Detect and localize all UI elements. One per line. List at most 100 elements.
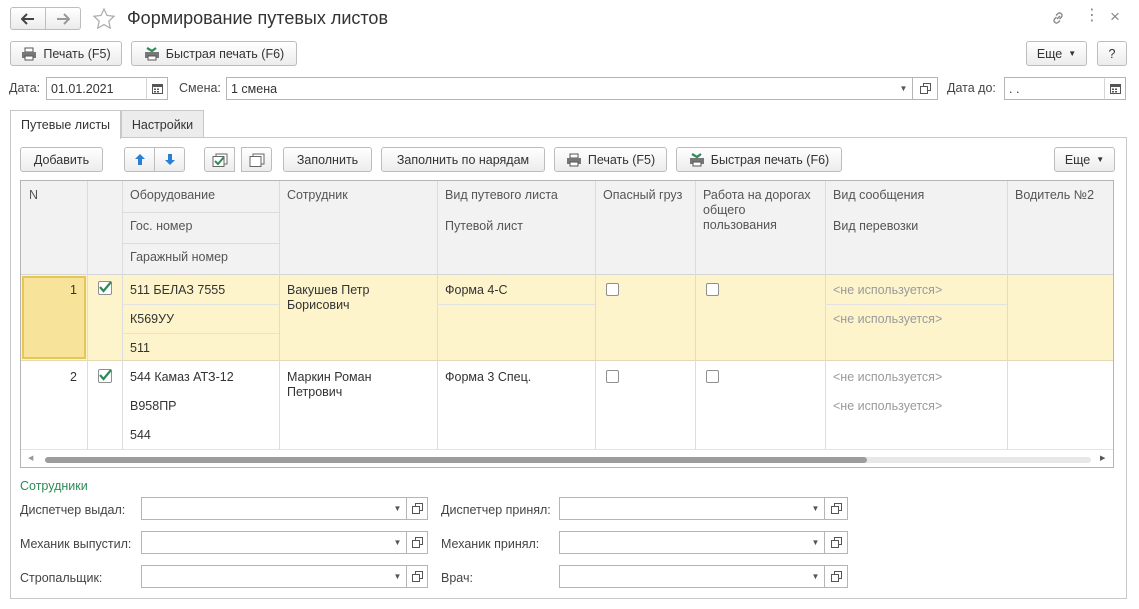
chevron-down-icon: ▼ (811, 504, 820, 513)
shift-open-button[interactable] (912, 77, 938, 100)
forward-button[interactable] (45, 7, 81, 30)
col-header-waybill[interactable]: Путевой лист (437, 212, 531, 241)
scrollbar-thumb[interactable] (45, 457, 867, 463)
mechanic-released-input[interactable] (141, 531, 390, 554)
dispatcher-received-open[interactable] (824, 497, 848, 520)
move-down-button[interactable] (154, 147, 185, 172)
row2-gov-number[interactable]: В958ПР (122, 399, 185, 414)
row1-dangerous-checkbox[interactable] (606, 283, 619, 296)
arrow-left-icon (21, 12, 34, 25)
row2-equipment[interactable]: 544 Камаз АТЗ-12 (122, 370, 242, 385)
row1-transport[interactable]: <не используется> (825, 312, 950, 327)
row2-dangerous-checkbox[interactable] (606, 370, 619, 383)
chevron-down-icon: ▼ (393, 504, 402, 513)
uncheck-all-button[interactable] (241, 147, 272, 172)
row2-communication[interactable]: <не используется> (825, 370, 950, 385)
row2-public-roads-checkbox[interactable] (706, 370, 719, 383)
scroll-right-icon[interactable]: ▶ (1100, 454, 1105, 462)
col-header-employee[interactable]: Сотрудник (279, 181, 356, 210)
more-button[interactable]: Еще ▼ (1026, 41, 1087, 66)
col-divider (1007, 181, 1008, 449)
calendar-icon (1109, 84, 1121, 94)
row-sub-divider (122, 304, 279, 305)
row1-checkbox[interactable] (98, 281, 112, 295)
slinger-open[interactable] (406, 565, 428, 588)
row1-communication[interactable]: <не используется> (825, 283, 950, 298)
shift-input[interactable]: 1 смена (226, 77, 896, 100)
move-up-button[interactable] (124, 147, 155, 172)
dispatcher-issued-open[interactable] (406, 497, 428, 520)
col-header-dangerous[interactable]: Опасный груз (595, 181, 690, 210)
col-header-communication[interactable]: Вид сообщения (825, 181, 932, 210)
horizontal-scrollbar[interactable]: ◀ ▶ (21, 449, 1113, 467)
mechanic-received-dropdown[interactable]: ▼ (807, 531, 825, 554)
date-label: Дата: (9, 81, 41, 95)
date-to-input[interactable]: . . (1004, 77, 1105, 100)
row2-n: 2 (70, 370, 77, 384)
calendar-button[interactable] (146, 77, 168, 100)
doctor-input[interactable] (559, 565, 808, 588)
tab-settings[interactable]: Настройки (121, 110, 204, 138)
col-header-n[interactable]: N (21, 181, 46, 210)
col-header-transport[interactable]: Вид перевозки (825, 212, 926, 241)
mechanic-received-input[interactable] (559, 531, 808, 554)
table-more-button[interactable]: Еще ▼ (1054, 147, 1115, 172)
dispatcher-received-dropdown[interactable]: ▼ (807, 497, 825, 520)
row2-checkbox[interactable] (98, 369, 112, 383)
shift-dropdown[interactable]: ▼ (895, 77, 913, 100)
row2-employee-line2[interactable]: Петрович (279, 385, 350, 400)
row2-garage-number[interactable]: 544 (122, 428, 159, 443)
dispatcher-issued-input[interactable] (141, 497, 390, 520)
tab-waybills[interactable]: Путевые листы (10, 110, 121, 139)
row1-equipment[interactable]: 511 БЕЛАЗ 7555 (122, 283, 233, 298)
chevron-down-icon: ▼ (1068, 49, 1077, 58)
row2-sheet-type[interactable]: Форма 3 Спец. (437, 370, 539, 385)
mechanic-received-open[interactable] (824, 531, 848, 554)
row1-employee-line1[interactable]: Вакушев Петр (279, 283, 377, 298)
date-to-calendar-button[interactable] (1104, 77, 1126, 100)
table-print-button[interactable]: Печать (F5) (554, 147, 667, 172)
checkmark-icon (99, 369, 112, 381)
date-input[interactable]: 01.01.2021 (46, 77, 147, 100)
checkmark-icon (99, 281, 112, 293)
arrow-up-icon (134, 154, 145, 165)
mechanic-released-dropdown[interactable]: ▼ (389, 531, 407, 554)
chevron-down-icon: ▼ (1096, 155, 1105, 164)
quick-print-button[interactable]: Быстрая печать (F6) (131, 41, 297, 66)
row1-employee-line2[interactable]: Борисович (279, 298, 358, 313)
add-button[interactable]: Добавить (20, 147, 103, 172)
back-button[interactable] (10, 7, 46, 30)
col-header-sheet-type[interactable]: Вид путевого листа (437, 181, 566, 210)
row1-sheet-type[interactable]: Форма 4-С (437, 283, 516, 298)
col-header-equipment[interactable]: Оборудование (122, 181, 223, 210)
scroll-left-icon[interactable]: ◀ (28, 454, 33, 462)
fill-by-orders-button[interactable]: Заполнить по нарядам (381, 147, 545, 172)
close-icon[interactable]: × (1110, 8, 1120, 25)
help-button[interactable]: ? (1097, 41, 1127, 66)
check-all-button[interactable] (204, 147, 235, 172)
dispatcher-issued-dropdown[interactable]: ▼ (389, 497, 407, 520)
slinger-input[interactable] (141, 565, 390, 588)
doctor-open[interactable] (824, 565, 848, 588)
row1-garage-number[interactable]: 511 (122, 341, 158, 356)
doctor-dropdown[interactable]: ▼ (807, 565, 825, 588)
col-header-public-roads[interactable]: Работа на дорогах общего пользования (695, 181, 825, 240)
col-header-gov-number[interactable]: Гос. номер (122, 212, 200, 241)
chevron-down-icon: ▼ (393, 572, 402, 581)
more-vert-icon[interactable]: ⋮ (1084, 8, 1100, 24)
star-icon[interactable] (93, 8, 115, 29)
table-quick-print-button[interactable]: Быстрая печать (F6) (676, 147, 842, 172)
col-header-garage-number[interactable]: Гаражный номер (122, 243, 236, 272)
row2-employee-line1[interactable]: Маркин Роман (279, 370, 379, 385)
link-icon[interactable] (1050, 10, 1066, 26)
print-button[interactable]: Печать (F5) (10, 41, 122, 66)
fill-button[interactable]: Заполнить (283, 147, 372, 172)
slinger-label: Стропальщик: (20, 571, 103, 585)
col-header-driver2[interactable]: Водитель №2 (1007, 181, 1102, 210)
mechanic-released-open[interactable] (406, 531, 428, 554)
row1-gov-number[interactable]: К569УУ (122, 312, 182, 327)
slinger-dropdown[interactable]: ▼ (389, 565, 407, 588)
row2-transport[interactable]: <не используется> (825, 399, 950, 414)
row1-public-roads-checkbox[interactable] (706, 283, 719, 296)
dispatcher-received-input[interactable] (559, 497, 808, 520)
